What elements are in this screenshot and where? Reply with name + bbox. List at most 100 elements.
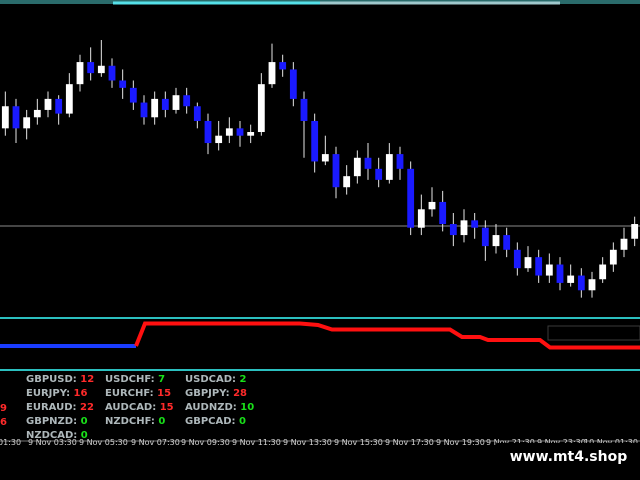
time-label: 9 Nov 17:30	[385, 438, 434, 447]
candle-bear	[396, 154, 404, 169]
candle-bear	[279, 62, 287, 70]
time-label: 01:30	[0, 438, 22, 447]
candle-bear	[12, 106, 20, 129]
candle-bull	[268, 62, 276, 85]
pair-strength-item: USDCHF: 7	[105, 374, 165, 385]
pair-value: 10	[236, 402, 255, 413]
pair-strength-item: AUDCAD: 15	[105, 402, 174, 413]
time-label: 9 Nov 11:30	[232, 438, 281, 447]
candle-bull	[76, 62, 84, 85]
pair-name: EURCHF:	[105, 388, 154, 399]
candle-bull	[215, 135, 223, 144]
candle-bull	[492, 235, 500, 247]
pair-strength-item: GBPNZD: 0	[26, 416, 88, 427]
candle-bear	[87, 62, 95, 74]
pair-strength-item: GBPCAD: 0	[185, 416, 246, 427]
candle-bull	[247, 132, 255, 136]
candle-bull	[545, 264, 553, 276]
candle-bear	[300, 98, 308, 121]
candle-bear	[129, 87, 137, 103]
candle-bull	[353, 157, 361, 177]
time-label: 9 Nov 05:30	[79, 438, 128, 447]
candle-bear	[55, 98, 63, 114]
time-label: 9 Nov 13:30	[283, 438, 332, 447]
candle-bull	[151, 98, 159, 118]
pair-name: NZDCHF:	[105, 416, 155, 427]
pair-name: AUDNZD:	[185, 402, 237, 413]
candle-bull	[524, 257, 532, 269]
candle-bear	[119, 80, 127, 88]
candle-bear	[503, 235, 511, 250]
pair-value: 2	[236, 374, 247, 385]
candle-bull	[609, 249, 617, 265]
pair-value: 15	[153, 388, 172, 399]
time-label: 9 Nov 19:30	[436, 438, 485, 447]
candle-bear	[311, 120, 319, 162]
candle-bear	[108, 65, 116, 81]
candle-bear	[471, 220, 479, 228]
candle-bear	[449, 224, 457, 236]
pair-name: EURAUD:	[26, 402, 77, 413]
candle-bear	[577, 275, 585, 291]
brand-watermark: www.mt4.shop	[497, 443, 640, 471]
candle-bear	[161, 98, 169, 110]
candle-bull	[97, 65, 105, 74]
pair-value: 0	[77, 416, 88, 427]
candle-bull	[1, 106, 9, 129]
candle-bull	[620, 238, 628, 250]
pair-value: 7	[154, 374, 166, 385]
candle-bear	[513, 249, 521, 269]
candle-bear	[183, 95, 191, 107]
candle-bull	[460, 220, 468, 236]
candle-bear	[140, 102, 148, 118]
time-label: 9 Nov 03:30	[28, 438, 77, 447]
candle-bear	[193, 106, 201, 121]
candle-bull	[65, 84, 73, 114]
candle-bull	[631, 224, 639, 239]
pair-name: GBPCAD:	[185, 416, 236, 427]
candle-bull	[599, 264, 607, 280]
pair-strength-item: EURAUD: 22	[26, 402, 94, 413]
pair-value: 22	[76, 402, 94, 413]
candle-bear	[375, 168, 383, 180]
time-label: 9 Nov 09:30	[181, 438, 230, 447]
pair-name: GBPUSD:	[26, 374, 77, 385]
pair-strength-item: EURCHF: 15	[105, 388, 171, 399]
pair-strength-item: USDCAD: 2	[185, 374, 246, 385]
candle-bull	[257, 84, 265, 133]
candle-bull	[321, 154, 329, 162]
pair-name: GBPJPY:	[185, 388, 230, 399]
pair-strength-item: GBPUSD: 12	[26, 374, 94, 385]
pair-name: GBPNZD:	[26, 416, 78, 427]
pair-strength-item: GBPJPY: 28	[185, 388, 247, 399]
candle-bear	[364, 157, 372, 169]
pair-strength-item: AUDNZD: 10	[185, 402, 254, 413]
pair-name: USDCHF:	[105, 374, 155, 385]
pair-value: 15	[156, 402, 174, 413]
pair-name: AUDCAD:	[105, 402, 157, 413]
pair-strength-item: EURJPY: 16	[26, 388, 87, 399]
candle-bear	[204, 120, 212, 144]
candle-bull	[417, 209, 425, 228]
candle-bear	[407, 168, 415, 228]
candle-bull	[172, 95, 180, 110]
candle-bull	[44, 98, 52, 110]
candle-bear	[439, 201, 447, 225]
candle-bull	[23, 117, 31, 129]
time-label: 9 Nov 15:30	[334, 438, 383, 447]
candle-bull	[588, 279, 596, 291]
candle-bear	[289, 69, 297, 99]
candle-bull	[385, 154, 393, 180]
time-label: 9 Nov 07:30	[131, 438, 180, 447]
pair-name: USDCAD:	[185, 374, 237, 385]
candle-bear	[535, 257, 543, 276]
candle-bear	[481, 227, 489, 247]
pair-value: 16	[70, 388, 88, 399]
candle-bear	[236, 128, 244, 136]
strength-table: GBPUSD: 12 USDCHF: 7 USDCAD: 2 EURJPY: 16 EU…	[0, 372, 640, 442]
candle-bear	[556, 264, 564, 283]
candle-bull	[33, 109, 41, 118]
candle-bull	[343, 176, 351, 188]
candle-bull	[567, 275, 575, 283]
pair-strength-item: NZDCHF: 0	[105, 416, 165, 427]
